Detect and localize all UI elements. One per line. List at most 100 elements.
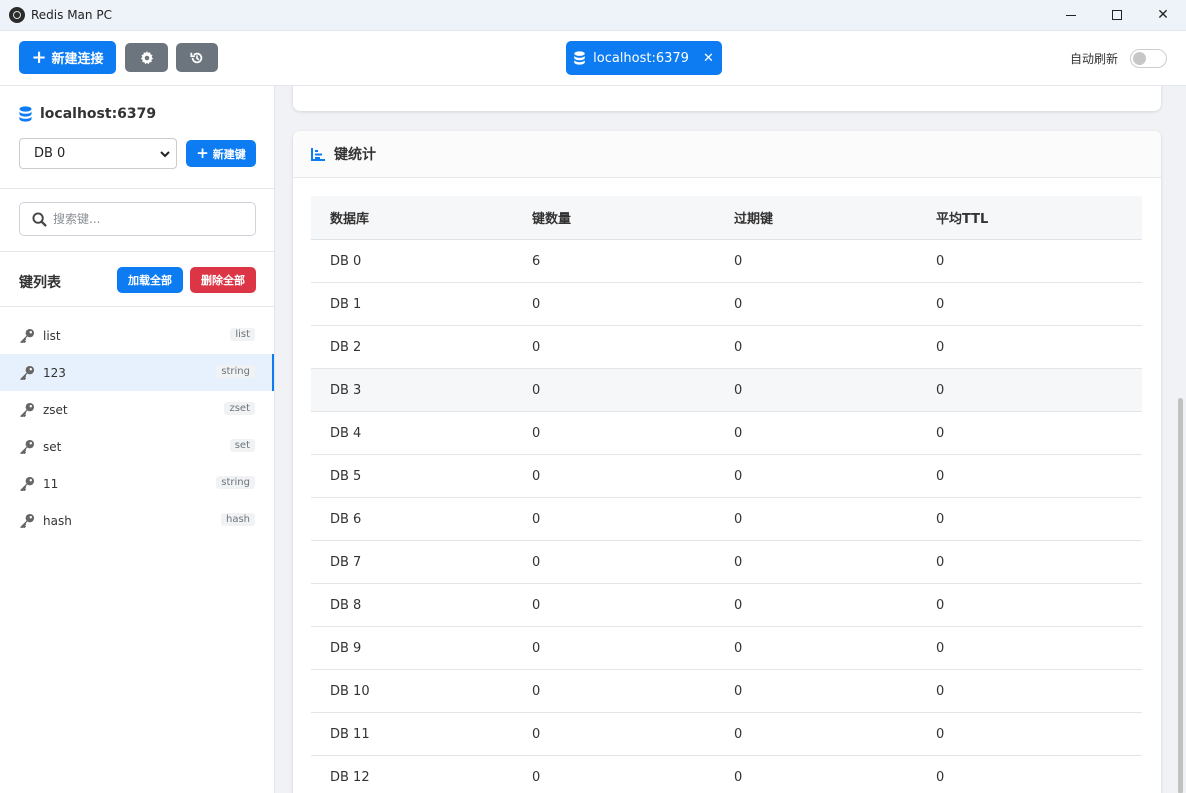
table-row: DB 2 0 0 0 — [311, 326, 1142, 369]
key-name: 123 — [43, 365, 66, 380]
table-row: DB 3 0 0 0 — [311, 369, 1142, 412]
auto-refresh-toggle[interactable] — [1130, 49, 1167, 68]
column-header: 过期键 — [734, 212, 774, 227]
delete-all-button[interactable]: 删除全部 — [190, 267, 256, 293]
scrollbar[interactable] — [1173, 86, 1186, 793]
scrollbar-thumb[interactable] — [1178, 398, 1183, 793]
new-connection-label: 新建连接 — [51, 52, 104, 67]
maximize-icon — [1112, 10, 1122, 20]
table-row: DB 5 0 0 0 — [311, 455, 1142, 498]
key-type-badge: set — [229, 439, 255, 452]
card-title: 键统计 — [334, 147, 376, 163]
new-connection-button[interactable]: + 新建连接 — [19, 41, 116, 74]
gear-icon — [140, 50, 153, 64]
table-cell: 0 — [734, 339, 743, 355]
key-name: hash — [43, 513, 72, 528]
search-icon — [32, 211, 47, 227]
sidebar: localhost:6379 DB 0 + 新建键 键列表 加载全部 删除全部 … — [0, 86, 275, 793]
key-list-item[interactable]: hash hash — [0, 502, 274, 539]
table-cell: 0 — [532, 425, 541, 441]
table-row: DB 11 0 0 0 — [311, 713, 1142, 756]
key-list-item[interactable]: 123 string — [0, 354, 274, 391]
table-cell: 0 — [936, 468, 945, 484]
maximize-button[interactable] — [1094, 0, 1140, 31]
card-header: 键统计 — [293, 131, 1161, 178]
key-list-item[interactable]: list list — [0, 317, 274, 354]
table-row: DB 1 0 0 0 — [311, 283, 1142, 326]
key-name: set — [43, 439, 62, 454]
column-header: 键数量 — [532, 212, 572, 227]
table-cell: 0 — [734, 511, 743, 527]
key-list-item[interactable]: set set — [0, 428, 274, 465]
table-cell: 0 — [936, 640, 945, 656]
table-cell: 0 — [936, 253, 945, 269]
key-name: list — [43, 328, 61, 343]
table-cell: DB 1 — [330, 296, 362, 312]
load-all-button[interactable]: 加载全部 — [117, 267, 183, 293]
search-box[interactable] — [19, 202, 256, 236]
table-cell: 0 — [936, 339, 945, 355]
table-cell: 0 — [936, 769, 945, 785]
connection-tab[interactable]: localhost:6379 ✕ — [566, 41, 722, 75]
table-cell: 0 — [532, 468, 541, 484]
database-icon — [19, 106, 32, 122]
table-cell: DB 4 — [330, 425, 362, 441]
main-content: 键统计 数据库 键数量 过期键 平均TTL DB 0 6 0 0 DB 1 0 0 0 DB 2… — [275, 86, 1173, 793]
table-cell: DB 12 — [330, 769, 370, 785]
table-cell: 0 — [532, 640, 541, 656]
table-row: DB 12 0 0 0 — [311, 756, 1142, 793]
title-bar: Redis Man PC ✕ — [0, 0, 1186, 31]
table-cell: 0 — [532, 511, 541, 527]
table-cell: 0 — [936, 726, 945, 742]
minimize-icon — [1066, 14, 1076, 16]
key-icon — [20, 513, 35, 528]
key-name: zset — [43, 402, 68, 417]
key-icon — [20, 328, 35, 343]
table-cell: DB 11 — [330, 726, 370, 742]
table-cell: 0 — [734, 425, 743, 441]
minimize-button[interactable] — [1048, 0, 1094, 31]
history-button[interactable] — [176, 43, 218, 72]
table-cell: 0 — [532, 726, 541, 742]
table-cell: DB 7 — [330, 554, 362, 570]
key-list-item[interactable]: 11 string — [0, 465, 274, 502]
search-input[interactable] — [53, 212, 243, 226]
table-cell: 0 — [936, 511, 945, 527]
table-cell: 0 — [532, 597, 541, 613]
table-body: DB 0 6 0 0 DB 1 0 0 0 DB 2 0 0 0 DB 3 0 0 0 DB 4 0 0 0 DB 50… — [311, 240, 1142, 793]
new-key-label: 新建键 — [212, 147, 246, 161]
key-type-badge: zset — [224, 402, 255, 415]
table-row: DB 7 0 0 0 — [311, 541, 1142, 584]
column-header: 数据库 — [330, 212, 370, 227]
database-icon — [574, 51, 585, 65]
key-type-badge: list — [230, 328, 255, 341]
toggle-knob — [1133, 52, 1146, 65]
key-icon — [20, 439, 35, 454]
close-tab-icon[interactable]: ✕ — [703, 51, 714, 66]
table-cell: 0 — [734, 597, 743, 613]
window-title: Redis Man PC — [31, 8, 112, 22]
table-header: 数据库 键数量 过期键 平均TTL — [311, 196, 1142, 240]
table-cell: DB 10 — [330, 683, 370, 699]
plus-icon: + — [31, 46, 47, 68]
table-cell: 0 — [532, 683, 541, 699]
table-cell: 0 — [734, 640, 743, 656]
table-cell: 0 — [532, 339, 541, 355]
table-cell: 0 — [734, 382, 743, 398]
window-controls: ✕ — [1048, 0, 1186, 31]
table-cell: 0 — [936, 554, 945, 570]
new-key-button[interactable]: + 新建键 — [186, 140, 256, 167]
db-select[interactable]: DB 0 — [19, 138, 177, 169]
auto-refresh-label: 自动刷新 — [1070, 52, 1119, 66]
settings-button[interactable] — [125, 43, 168, 72]
table-cell: 0 — [936, 597, 945, 613]
column-header: 平均TTL — [936, 212, 989, 227]
db-select-value: DB 0 — [34, 146, 66, 161]
key-list-item[interactable]: zset zset — [0, 391, 274, 428]
table-cell: 0 — [532, 554, 541, 570]
table-cell: 0 — [532, 296, 541, 312]
key-list-title: 键列表 — [19, 275, 61, 291]
key-list: list list 123 string zset zset set set 11 string h… — [0, 317, 274, 539]
close-window-button[interactable]: ✕ — [1140, 0, 1186, 31]
table-cell: DB 8 — [330, 597, 362, 613]
